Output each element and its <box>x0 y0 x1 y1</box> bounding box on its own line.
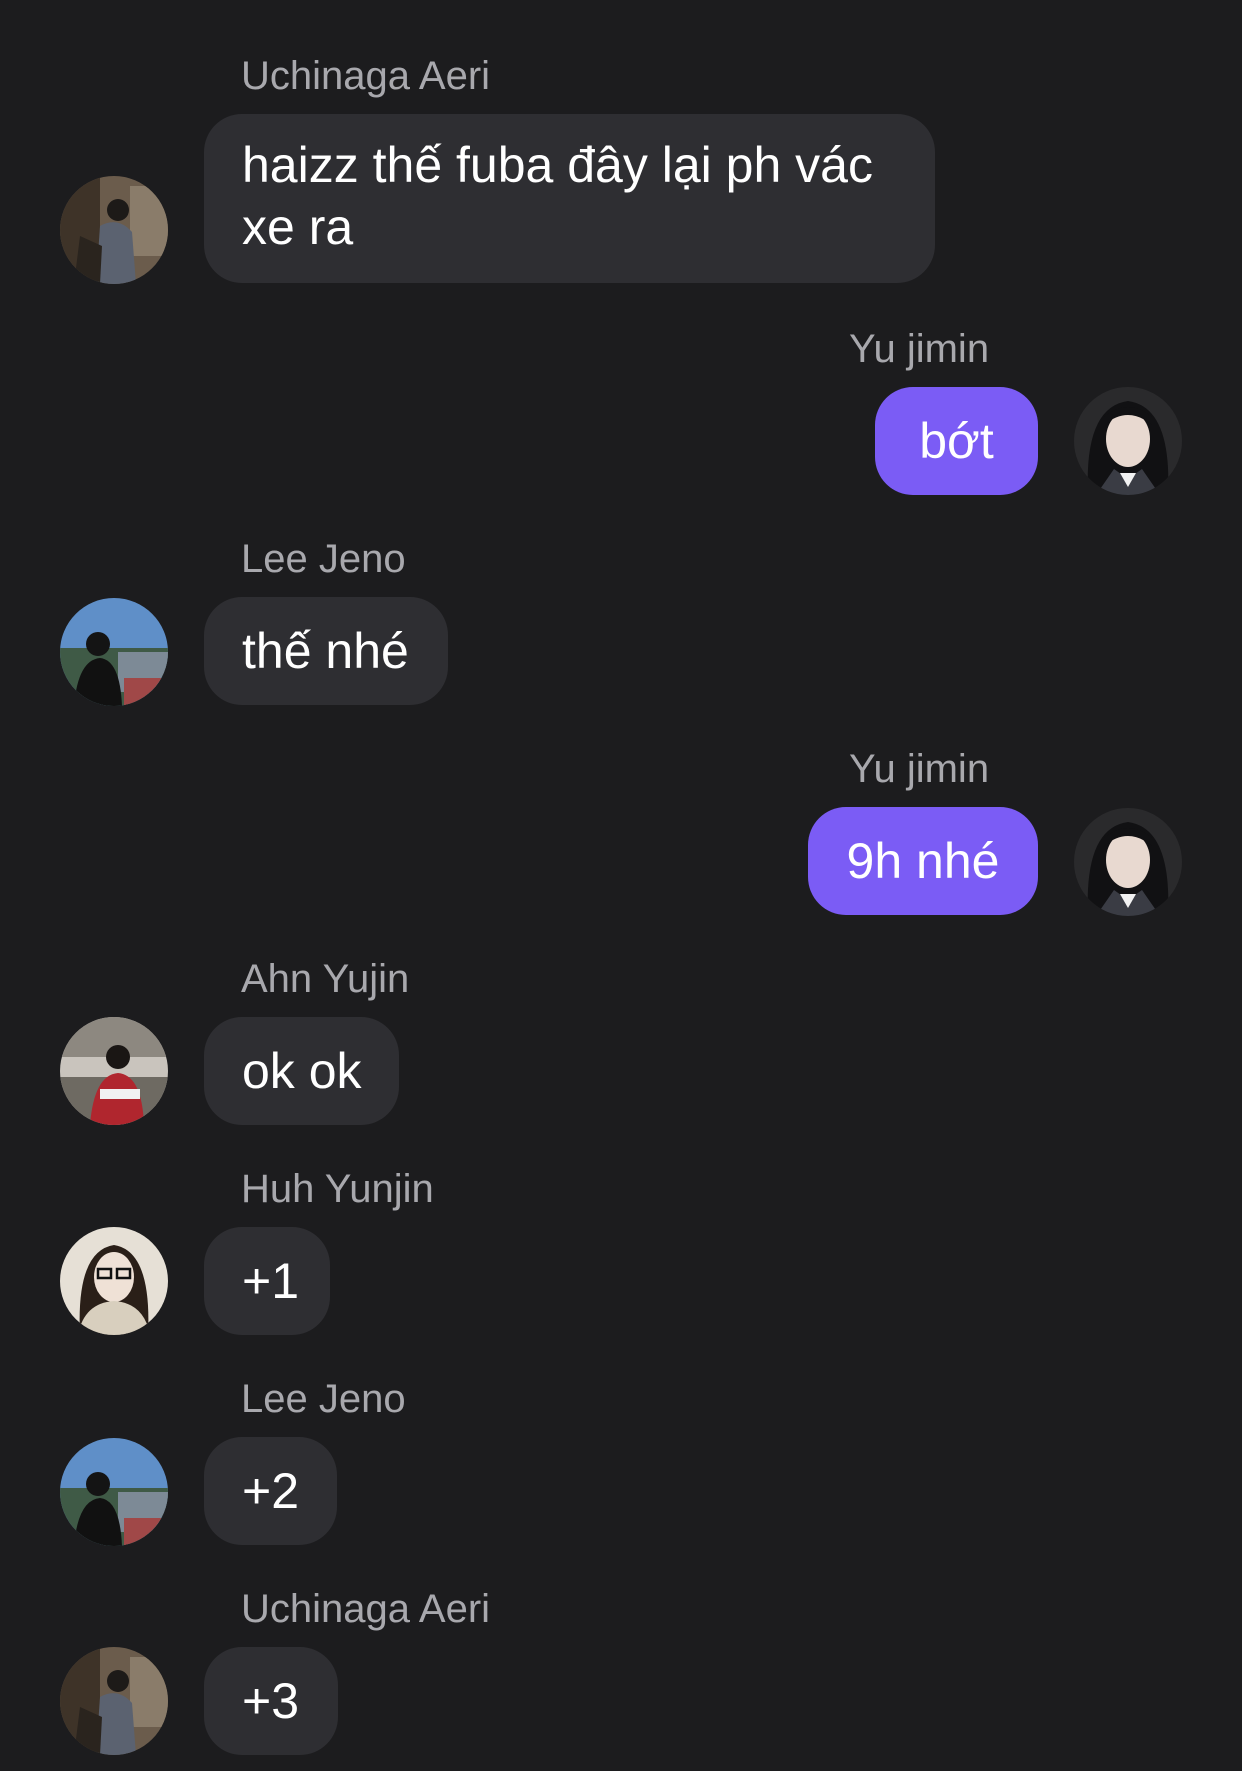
avatar[interactable] <box>60 1227 168 1335</box>
message-bubble[interactable]: ok ok <box>204 1017 399 1125</box>
message-bubble[interactable]: bớt <box>875 387 1038 495</box>
sender-name: Yu jimin <box>849 747 990 791</box>
jimin-avatar-image <box>1074 387 1182 495</box>
message-bubble[interactable]: +2 <box>204 1437 337 1545</box>
message-bubble[interactable]: +1 <box>204 1227 330 1335</box>
jeno-avatar-image <box>60 1438 168 1546</box>
message-bubble[interactable]: 9h nhé <box>808 807 1038 915</box>
yunjin-avatar-image <box>60 1227 168 1335</box>
aeri-avatar-image <box>60 1647 168 1755</box>
avatar[interactable] <box>60 176 168 284</box>
avatar[interactable] <box>60 598 168 706</box>
sender-name: Uchinaga Aeri <box>241 1587 491 1631</box>
avatar[interactable] <box>60 1438 168 1546</box>
avatar[interactable] <box>60 1017 168 1125</box>
message-bubble[interactable]: thế nhé <box>204 597 448 705</box>
sender-name: Yu jimin <box>849 327 990 371</box>
avatar[interactable] <box>1074 387 1182 495</box>
sender-name: Lee Jeno <box>241 1377 406 1421</box>
jeno-avatar-image <box>60 598 168 706</box>
jimin-avatar-image <box>1074 808 1182 916</box>
aeri-avatar-image <box>60 176 168 284</box>
message-bubble[interactable]: +3 <box>204 1647 338 1755</box>
avatar[interactable] <box>60 1647 168 1755</box>
chat-thread: Uchinaga Aeri haizz thế fuba đây lại ph … <box>0 0 1242 1771</box>
sender-name: Ahn Yujin <box>241 957 410 1001</box>
yujin-avatar-image <box>60 1017 168 1125</box>
sender-name: Lee Jeno <box>241 537 406 581</box>
avatar[interactable] <box>1074 808 1182 916</box>
message-bubble[interactable]: haizz thế fuba đây lại ph vác xe ra <box>204 114 935 283</box>
sender-name: Uchinaga Aeri <box>241 54 491 98</box>
sender-name: Huh Yunjin <box>241 1167 434 1211</box>
